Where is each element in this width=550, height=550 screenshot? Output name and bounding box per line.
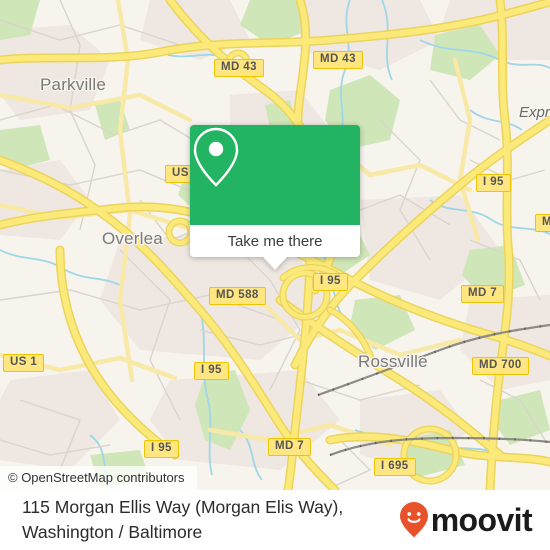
osm-attribution[interactable]: © OpenStreetMap contributors: [0, 466, 197, 490]
moovit-wordmark: moovit: [430, 502, 533, 538]
highway-shield[interactable]: MD 7: [268, 438, 312, 456]
highway-shield[interactable]: MD 588: [209, 287, 266, 305]
address-title: 115 Morgan Ellis Way (Morgan Elis Way), …: [22, 497, 344, 542]
highway-shield[interactable]: I 95: [313, 273, 348, 291]
moovit-smiley-pin-icon: [399, 502, 428, 538]
highway-shield[interactable]: I 695: [374, 458, 416, 476]
highway-shield[interactable]: MD: [535, 214, 550, 232]
highway-shield[interactable]: MD 700: [472, 357, 529, 375]
take-me-there-label: Take me there: [227, 232, 323, 250]
highway-shield[interactable]: I 95: [476, 174, 511, 192]
highway-shield[interactable]: US 1: [3, 354, 45, 372]
location-pin-icon: [193, 127, 239, 187]
highway-shield[interactable]: I 95: [144, 440, 179, 458]
highway-shield[interactable]: MD 7: [461, 285, 505, 303]
highway-shield[interactable]: I 95: [194, 362, 229, 380]
highway-shield[interactable]: MD 43: [313, 51, 363, 69]
map-screenshot: Parkville Overlea Rossville Expre MD 43 …: [0, 0, 550, 550]
location-popup[interactable]: Take me there: [190, 125, 360, 270]
footer-bar: 115 Morgan Ellis Way (Morgan Elis Way), …: [0, 490, 550, 550]
map-canvas[interactable]: Parkville Overlea Rossville Expre MD 43 …: [0, 0, 550, 490]
highway-shield[interactable]: MD 43: [214, 59, 264, 77]
take-me-there-button[interactable]: Take me there: [190, 225, 360, 257]
popup-image-area: [190, 125, 360, 225]
popup-pointer-tail: [263, 257, 287, 270]
moovit-logo[interactable]: moovit: [399, 501, 533, 539]
